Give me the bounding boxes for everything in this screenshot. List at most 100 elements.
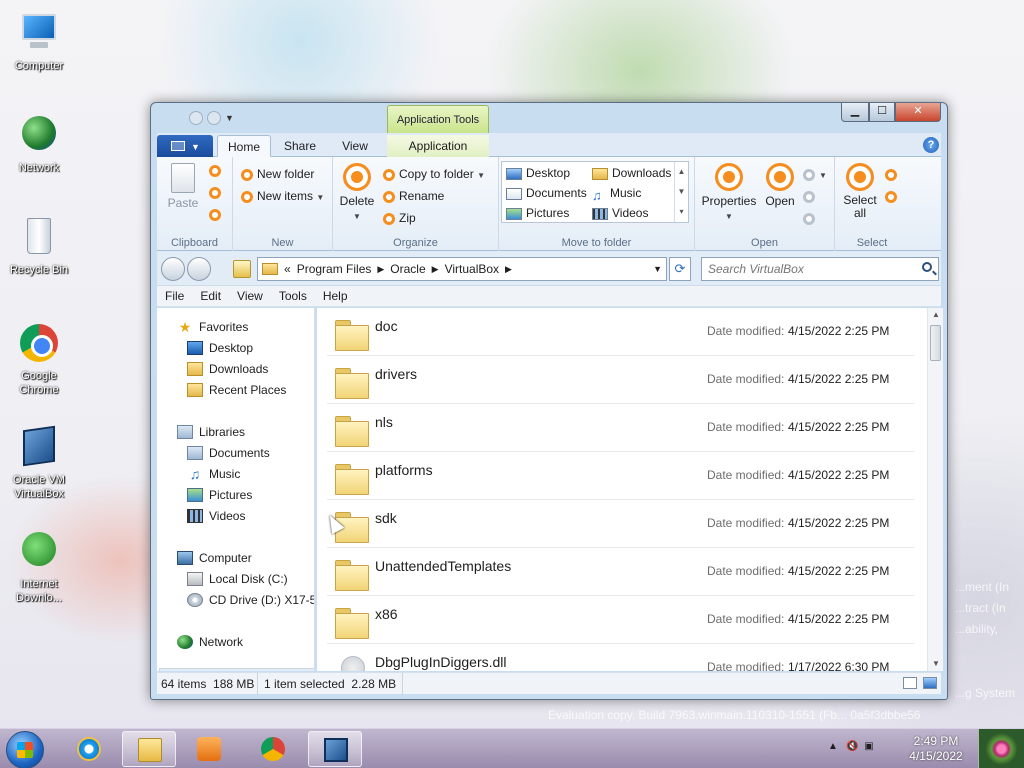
details-view-icon[interactable] [903,677,917,689]
move-to-downloads[interactable]: Downloads [592,166,671,180]
move-to-desktop[interactable]: Desktop [506,166,570,180]
nav-documents[interactable]: Documents [187,446,270,460]
file-row-sdk[interactable]: sdk Date modified: 4/15/2022 2:25 PM [327,500,915,548]
nav-downloads[interactable]: Downloads [187,362,268,376]
desktop-icon-google-chrome[interactable]: Google Chrome [1,320,77,397]
menu-tools[interactable]: Tools [271,289,315,303]
zip-button[interactable]: Zip [383,211,416,225]
nav-pictures[interactable]: Pictures [187,488,252,502]
breadcrumb-program-files[interactable]: Program Files [297,262,372,276]
desktop-icon-virtualbox[interactable]: Oracle VM VirtualBox [1,424,77,501]
qat-properties-icon[interactable] [189,111,203,125]
menu-edit[interactable]: Edit [192,289,229,303]
edit-button[interactable] [803,189,819,203]
up-arrow-icon[interactable] [233,260,251,278]
copy-button[interactable] [209,185,225,199]
select-all-button[interactable]: Select all [841,163,879,220]
tab-view[interactable]: View [329,135,381,157]
tab-application[interactable]: Application [387,135,489,157]
refresh-icon[interactable]: ⟳ [669,257,691,281]
address-history-dropdown[interactable]: ▼ [653,264,662,274]
volume-muted-icon[interactable]: 🔇 [846,741,858,752]
desktop-icon-network[interactable]: Network [1,112,77,175]
chevron-right-icon[interactable]: ▶ [377,264,384,275]
title-bar[interactable]: ▼ Application Tools ▁ ☐ ✕ [151,103,947,133]
cut-button[interactable] [209,163,225,177]
scroll-up-icon[interactable]: ▲ [928,308,943,322]
nav-cd-drive-d[interactable]: CD Drive (D:) X17-59 [187,593,314,607]
tab-share[interactable]: Share [275,135,325,157]
nav-computer[interactable]: Computer [177,551,252,565]
file-row-nls[interactable]: nls Date modified: 4/15/2022 2:25 PM [327,404,915,452]
qat-customize-dropdown[interactable]: ▼ [225,113,235,123]
new-items-button[interactable]: New items ▼ [241,189,324,205]
file-row-drivers[interactable]: drivers Date modified: 4/15/2022 2:25 PM [327,356,915,404]
new-folder-button[interactable]: New folder [241,167,314,181]
close-button[interactable]: ✕ [895,103,941,122]
file-row-x86[interactable]: x86 Date modified: 4/15/2022 2:25 PM [327,596,915,644]
taskbar-google-chrome[interactable] [246,731,300,767]
taskbar-media-player[interactable] [182,731,236,767]
scroll-thumb[interactable] [930,325,941,361]
desktop-icon-internet-download-manager[interactable]: Internet Downlo... [1,528,77,605]
open-button[interactable]: Open [763,163,797,208]
file-row-dbgplugindiggers-dll[interactable]: DbgPlugInDiggers.dll Date modified: 1/17… [327,644,915,671]
forward-button[interactable] [187,257,211,281]
help-icon[interactable]: ? [923,137,939,153]
minimize-button[interactable]: ▁ [841,103,869,122]
tab-home[interactable]: Home [217,135,271,157]
file-row-unattendedtemplates[interactable]: UnattendedTemplates Date modified: 4/15/… [327,548,915,596]
nav-libraries[interactable]: Libraries [177,425,245,439]
nav-desktop[interactable]: Desktop [187,341,253,355]
file-row-doc[interactable]: doc Date modified: 4/15/2022 2:25 PM [327,308,915,356]
nav-network[interactable]: Network [177,635,243,649]
nav-music[interactable]: ♫ Music [187,467,241,481]
search-icon[interactable] [922,262,932,272]
start-button[interactable] [6,731,44,768]
taskbar-virtualbox[interactable] [308,731,362,767]
select-none-button[interactable] [885,167,901,181]
breadcrumb-overflow[interactable]: « [284,262,291,276]
desktop-icon-recycle-bin[interactable]: Recycle Bin [1,214,77,277]
breadcrumb-oracle[interactable]: Oracle [390,262,425,276]
maximize-button[interactable]: ☐ [869,103,895,122]
gallery-scroll[interactable]: ▲ ▼ ▾ [674,162,688,222]
menu-help[interactable]: Help [315,289,356,303]
large-icons-view-icon[interactable] [923,677,937,689]
search-input[interactable] [702,258,912,280]
properties-button[interactable]: Properties ▼ [701,163,757,222]
move-to-music[interactable]: ♫ Music [592,186,641,203]
paste-button[interactable]: Paste [165,163,201,210]
menu-file[interactable]: File [157,289,192,303]
chevron-right-icon[interactable]: ▶ [432,264,439,275]
menu-view[interactable]: View [229,289,271,303]
move-to-documents[interactable]: Documents [506,186,587,200]
nav-favorites[interactable]: ★ Favorites [177,320,249,334]
nav-recent-places[interactable]: Recent Places [187,383,286,397]
show-desktop-button[interactable] [978,729,1024,768]
nav-local-disk-c[interactable]: Local Disk (C:) [187,572,288,586]
taskbar-file-explorer[interactable] [122,731,176,767]
file-row-platforms[interactable]: platforms Date modified: 4/15/2022 2:25 … [327,452,915,500]
network-status-icon[interactable]: ▣ [864,741,873,752]
show-hidden-icons-icon[interactable]: ▲ [828,741,838,752]
scroll-down-icon[interactable]: ▼ [928,657,943,671]
file-menu-button[interactable]: ▼ [157,135,213,157]
nav-videos[interactable]: Videos [187,509,245,523]
system-clock[interactable]: 2:49 PM 4/15/2022 [900,734,972,764]
qat-new-folder-icon[interactable] [207,111,221,125]
back-button[interactable] [161,257,185,281]
delete-button[interactable]: Delete ▼ [337,163,377,222]
rename-button[interactable]: Rename [383,189,444,203]
chevron-right-icon[interactable]: ▶ [505,264,512,275]
paste-shortcut-button[interactable] [209,207,225,221]
move-to-pictures[interactable]: Pictures [506,206,569,220]
file-list-scrollbar[interactable]: ▲ ▼ [927,308,943,671]
history-button[interactable] [803,211,819,225]
open-with-button[interactable]: ▼ [803,167,827,183]
taskbar-internet-explorer[interactable] [62,731,116,767]
move-to-videos[interactable]: Videos [592,206,648,220]
address-bar[interactable]: « Program Files ▶ Oracle ▶ VirtualBox ▶ ▼ [257,257,667,281]
invert-selection-button[interactable] [885,189,901,203]
breadcrumb-virtualbox[interactable]: VirtualBox [445,262,499,276]
